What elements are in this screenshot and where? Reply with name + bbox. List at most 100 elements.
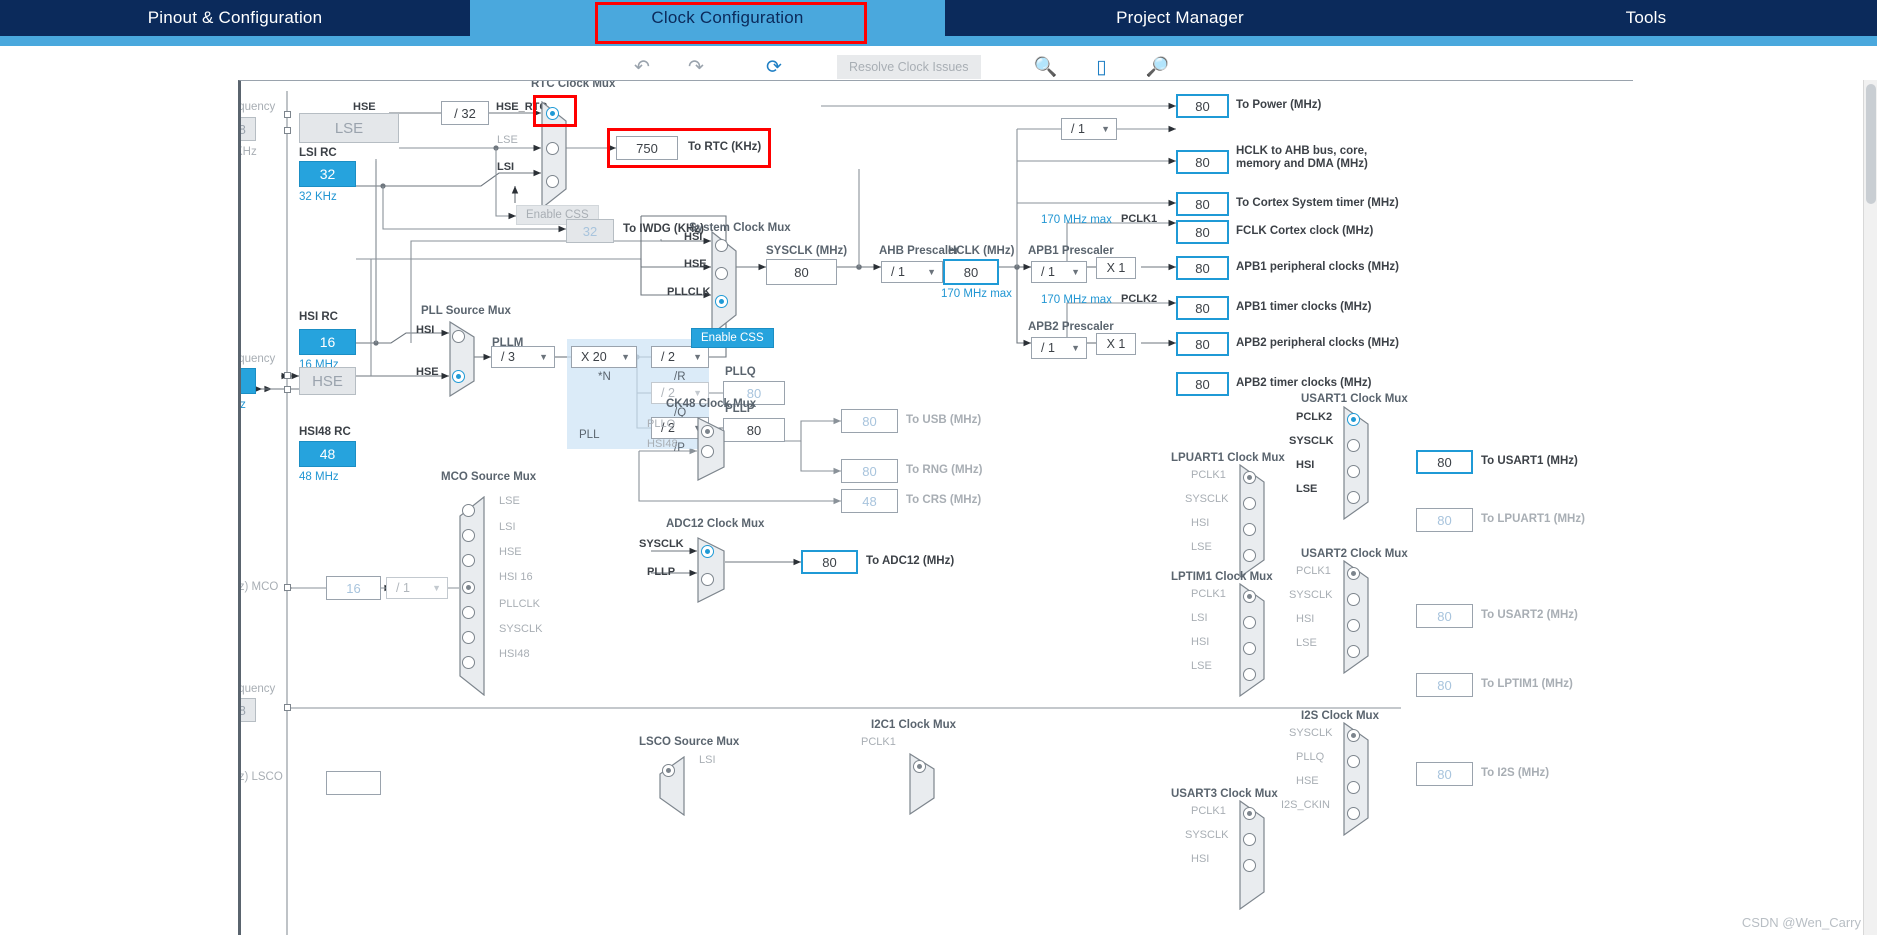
clock-tree-canvas[interactable]: Input frequency 32.768 1-1000 KHz LSE LS… [238,80,1633,935]
lptim1-mux-radio-hsi[interactable] [1243,642,1256,655]
lsco-mux-radio-lsi[interactable] [662,764,675,777]
usart1-mux-radio-sysclk[interactable] [1347,439,1360,452]
plln-dropdown[interactable]: X 20 ▼ [571,346,637,368]
pllr-dropdown[interactable]: / 2 ▼ [651,346,709,368]
ahb-prescaler-dropdown[interactable]: / 1 ▼ [881,261,943,283]
tab-project-manager[interactable]: Project Manager [945,0,1415,36]
tab-tools[interactable]: Tools [1415,0,1877,36]
ck48-mux-radio-hsi48[interactable] [701,445,714,458]
rtc-mux-radio-hse-rtc[interactable] [546,107,559,120]
hse-block[interactable]: HSE [299,367,356,395]
i2s-mux-input-hse-label: HSE [1296,775,1319,787]
i2s-mux-radio-sysclk[interactable] [1347,729,1360,742]
usart3-mux-radio-sysclk[interactable] [1243,833,1256,846]
mco-mux-radio-pllclk[interactable] [462,606,475,619]
fit-screen-icon[interactable]: ▯ [1085,52,1119,82]
lse-pin-bottom[interactable] [284,127,291,134]
i2s-mux-radio-hse[interactable] [1347,781,1360,794]
output-field-cortex-systimer[interactable]: 80 [1176,192,1229,216]
lpuart1-mux-radio-hsi[interactable] [1243,523,1256,536]
lpuart1-mux-radio-lse[interactable] [1243,549,1256,562]
mco-divider-dropdown[interactable]: / 1 ▼ [386,577,448,599]
output-field-apb2-peripheral[interactable]: 80 [1176,332,1229,356]
lsi-value-field[interactable]: 32 [299,161,356,187]
i2s-mux-radio-i2s-ckin[interactable] [1347,807,1360,820]
hsi48-value-field[interactable]: 48 [299,441,356,467]
rtc-output-field[interactable]: 750 [616,136,678,160]
chevron-down-icon: ▼ [432,583,441,593]
output-field-to-power[interactable]: 80 [1176,94,1229,118]
pllp-output-field[interactable]: 80 [723,418,785,442]
usart2-mux-radio-sysclk[interactable] [1347,593,1360,606]
zoom-in-icon[interactable]: 🔍 [1029,52,1063,82]
lptim1-mux-radio-pclk1[interactable] [1243,590,1256,603]
undo-icon[interactable]: ↶ [625,52,659,82]
lptim1-mux-radio-lsi[interactable] [1243,616,1256,629]
zoom-out-icon[interactable]: 🔎 [1141,52,1175,82]
lpuart1-mux-radio-pclk1[interactable] [1243,471,1256,484]
output-field-to-usart1[interactable]: 80 [1416,450,1473,474]
rtc-mux-radio-lse[interactable] [546,142,559,155]
mco-mux-radio-hsi48[interactable] [462,656,475,669]
mco-mux-radio-sysclk[interactable] [462,631,475,644]
pllm-dropdown[interactable]: / 3 ▼ [491,346,555,368]
output-field-apb1-peripheral[interactable]: 80 [1176,256,1229,280]
lptim1-mux-radio-lse[interactable] [1243,668,1256,681]
usart3-mux-radio-hsi[interactable] [1243,859,1256,872]
usart2-mux-radio-pclk1[interactable] [1347,567,1360,580]
apb1-prescaler-dropdown[interactable]: / 1 ▼ [1031,261,1087,283]
output-field-to-adc12[interactable]: 80 [801,550,858,574]
pll-source-mux-radio-hsi[interactable] [452,330,465,343]
usart1-mux-radio-lse[interactable] [1347,491,1360,504]
sysclk-mux-radio-pllclk[interactable] [715,295,728,308]
mco-mux-radio-hsi16[interactable] [462,581,475,594]
output-field-fclk-cortex[interactable]: 80 [1176,220,1229,244]
i2s-ckin-pin[interactable] [284,704,291,711]
ck48-mux-radio-pllq[interactable] [701,425,714,438]
sysclk-mux-radio-hse[interactable] [715,267,728,280]
canvas-vertical-scrollbar[interactable] [1863,80,1877,935]
adc12-mux-radio-sysclk[interactable] [701,545,714,558]
hse-pin-bottom[interactable] [284,386,291,393]
tab-pinout-configuration[interactable]: Pinout & Configuration [0,0,470,36]
mco-mux-radio-hse[interactable] [462,554,475,567]
hse-pin-top[interactable] [284,372,291,379]
i2c1-mux-radio-pclk1[interactable] [913,760,926,773]
tab-clock-configuration[interactable]: Clock Configuration [590,0,865,36]
reset-icon[interactable]: ⟳ [757,52,791,82]
adc12-mux-radio-pllp[interactable] [701,573,714,586]
i2s-mux-radio-pllq[interactable] [1347,755,1360,768]
output-field-apb2-timer[interactable]: 80 [1176,372,1229,396]
cortex-systick-prescaler-dropdown[interactable]: / 1 ▼ [1061,118,1117,140]
usart2-mux-input-pclk1-label: PCLK1 [1296,565,1331,577]
usart2-mux-radio-lse[interactable] [1347,645,1360,658]
output-field-hclk-ahb[interactable]: 80 [1176,150,1229,174]
output-field-apb1-timer[interactable]: 80 [1176,296,1229,320]
mco-pin[interactable] [284,584,291,591]
usart1-mux-radio-pclk2[interactable] [1347,413,1360,426]
hsi-value-field[interactable]: 16 [299,329,356,355]
i2s-clock-mux-title: I2S Clock Mux [1301,710,1379,722]
sysclk-mux-radio-hsi[interactable] [715,239,728,252]
usart1-mux-radio-hsi[interactable] [1347,465,1360,478]
mco-mux-input-sysclk-label: SYSCLK [499,623,543,635]
mco-mux-radio-lsi[interactable] [462,529,475,542]
enable-css-button[interactable]: Enable CSS [691,328,774,348]
lse-pin-top[interactable] [284,111,291,118]
pll-source-mux-radio-hse[interactable] [452,370,465,383]
hclk-field[interactable]: 80 [943,259,999,285]
mco-mux-radio-lse[interactable] [462,504,475,517]
lpuart1-mux-radio-sysclk[interactable] [1243,497,1256,510]
apb2-prescaler-dropdown[interactable]: / 1 ▼ [1031,337,1087,359]
usart3-mux-radio-pclk1[interactable] [1243,807,1256,820]
redo-icon[interactable]: ↷ [679,52,713,82]
i2s-ckin-input-frequency-field[interactable]: 12.288 [241,698,256,722]
hse-input-frequency-field[interactable]: 24 [241,368,256,394]
usart2-mux-radio-hsi[interactable] [1347,619,1360,632]
lse-block[interactable]: LSE [299,113,399,143]
scrollbar-thumb[interactable] [1866,84,1876,204]
hse-rtc-divider[interactable]: / 32 [441,101,489,125]
lse-input-frequency-field[interactable]: 32.768 [241,117,256,141]
resolve-clock-issues-button[interactable]: Resolve Clock Issues [837,55,981,79]
rtc-mux-radio-lsi[interactable] [546,175,559,188]
